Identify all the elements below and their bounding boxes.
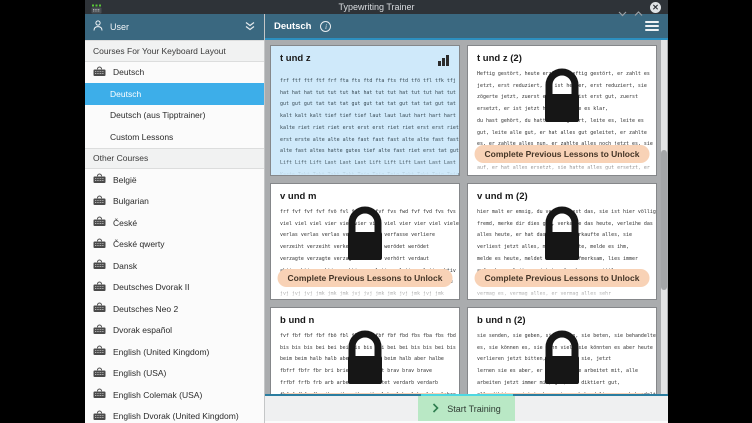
- focus-highlight: [421, 394, 513, 396]
- keyboard-icon: [93, 238, 106, 251]
- course-title: Deutsch: [274, 21, 311, 32]
- sidebar-item-deutsch-tipptrainer[interactable]: Deutsch (aus Tipptrainer): [85, 105, 264, 127]
- sidebar-item-dansk[interactable]: Dansk: [85, 255, 264, 277]
- start-training-button[interactable]: Start Training: [418, 396, 515, 421]
- keyboard-icon: [93, 345, 106, 358]
- preview-fade: [272, 160, 458, 175]
- user-icon: [93, 18, 103, 36]
- keyboard-icon: [93, 388, 106, 401]
- lock-icon: [348, 206, 382, 265]
- play-chevron-icon: [432, 403, 439, 415]
- window-title: Typewriting Trainer: [85, 0, 668, 14]
- keyboard-icon: [93, 367, 106, 380]
- lock-icon: [348, 330, 382, 389]
- bar-chart-icon: [437, 53, 450, 71]
- sidebar: User Courses For Your Keyboard Layout: [85, 14, 265, 423]
- unlock-message-pill: Complete Previous Lessons to Unlock: [278, 269, 453, 287]
- sidebar-item-belgie[interactable]: België: [85, 169, 264, 191]
- lock-icon: [545, 68, 579, 127]
- section-header-keyboard-layout: Courses For Your Keyboard Layout: [85, 40, 264, 62]
- hamburger-menu-icon[interactable]: [645, 21, 659, 31]
- sidebar-item-bulgarian[interactable]: Bulgarian: [85, 191, 264, 213]
- app-window: Typewriting Trainer ✕ User: [85, 0, 668, 423]
- start-training-label: Start Training: [447, 404, 501, 414]
- minimize-button[interactable]: [618, 4, 627, 11]
- keyboard-icon: [93, 66, 106, 79]
- lesson-card-v-und-m-2[interactable]: v und m (2) hier malt er emsig, du verar…: [467, 183, 657, 300]
- course-header: Deutsch i: [265, 14, 668, 40]
- sidebar-item-english-uk[interactable]: English (United Kingdom): [85, 341, 264, 363]
- scrollbar-thumb[interactable]: [661, 150, 667, 290]
- info-icon[interactable]: i: [320, 21, 331, 32]
- sidebar-item-deutsches-dvorak-ii[interactable]: Deutsches Dvorak II: [85, 277, 264, 299]
- lock-icon: [545, 330, 579, 389]
- lesson-card-t-und-z[interactable]: t und z frf ftf ftf ftf frf fta fts ftd …: [270, 45, 460, 176]
- unlock-message-pill: Complete Previous Lessons to Unlock: [475, 393, 650, 394]
- lesson-grid-area: t und z frf ftf ftf ftf frf fta fts ftd …: [265, 40, 668, 394]
- keyboard-icon: [93, 259, 106, 272]
- sidebar-item-english-usa[interactable]: English (USA): [85, 363, 264, 385]
- user-selector[interactable]: User: [85, 14, 264, 40]
- lesson-title: t und z: [280, 53, 311, 64]
- section-header-other-courses: Other Courses: [85, 148, 264, 170]
- course-list: Courses For Your Keyboard Layout Deutsch…: [85, 40, 264, 423]
- keyboard-icon: [93, 281, 106, 294]
- lesson-card-t-und-z-2[interactable]: t und z (2) Heftig gestört, heute erzähl…: [467, 45, 657, 176]
- titlebar[interactable]: Typewriting Trainer ✕: [85, 0, 668, 14]
- sidebar-item-english-colemak-usa[interactable]: English Colemak (USA): [85, 384, 264, 406]
- sidebar-item-deutsches-neo-2[interactable]: Deutsches Neo 2: [85, 298, 264, 320]
- vertical-scrollbar[interactable]: [661, 40, 667, 394]
- double-chevron-down-icon[interactable]: [244, 18, 256, 36]
- keyboard-icon: [93, 324, 106, 337]
- close-button[interactable]: ✕: [650, 2, 661, 13]
- lesson-card-v-und-m[interactable]: v und m frf fvf fvf fvf fvö fvl fvk fvj …: [270, 183, 460, 300]
- sidebar-item-ceske[interactable]: České: [85, 212, 264, 234]
- sidebar-item-custom-lessons[interactable]: Custom Lessons: [85, 126, 264, 148]
- unlock-message-pill: Complete Previous Lessons to Unlock: [475, 269, 650, 287]
- keyboard-icon: [93, 302, 106, 315]
- maximize-button[interactable]: [634, 4, 643, 11]
- lesson-title: t und z (2): [477, 53, 522, 64]
- lock-icon: [545, 206, 579, 265]
- lesson-title: v und m (2): [477, 191, 528, 202]
- keyboard-icon: [93, 216, 106, 229]
- lesson-title: b und n: [280, 315, 314, 326]
- unlock-message-pill: Complete Previous Lessons to Unlock: [475, 145, 650, 163]
- sidebar-item-deutsch-lesson-selected[interactable]: Deutsch: [85, 83, 264, 105]
- lesson-card-b-und-n-2[interactable]: b und n (2) sie senden, sie geben, sie k…: [467, 307, 657, 394]
- sidebar-item-english-dvorak-uk[interactable]: English Dvorak (United Kingdom): [85, 406, 264, 423]
- keyboard-icon: [93, 195, 106, 208]
- user-label: User: [110, 22, 129, 32]
- lesson-title: v und m: [280, 191, 316, 202]
- main-content: Deutsch i t und z frf ftf ftf ftf frf: [265, 14, 668, 423]
- sidebar-item-ceske-qwerty[interactable]: České qwerty: [85, 234, 264, 256]
- unlock-message-pill: Complete Previous Lessons to Unlock: [278, 393, 453, 394]
- sidebar-item-dvorak-espanol[interactable]: Dvorak español: [85, 320, 264, 342]
- footer-bar: Start Training: [265, 394, 668, 421]
- keyboard-icon: [93, 410, 106, 423]
- lesson-card-b-und-n[interactable]: b und n fvf fbf fbf fbf fbö fbl fbk fbj …: [270, 307, 460, 394]
- lesson-title: b und n (2): [477, 315, 526, 326]
- keyboard-icon: [93, 173, 106, 186]
- sidebar-item-deutsch-course[interactable]: Deutsch: [85, 62, 264, 84]
